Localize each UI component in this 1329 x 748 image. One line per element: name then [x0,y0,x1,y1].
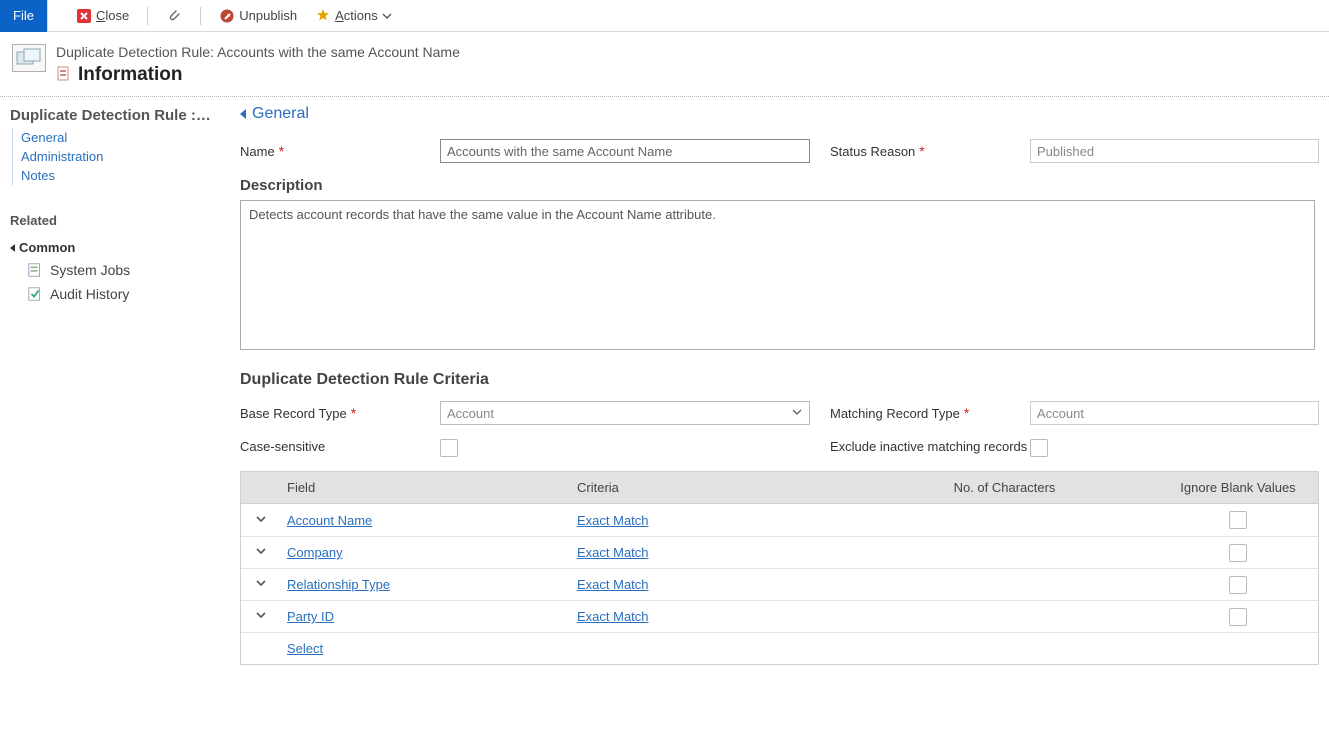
file-button[interactable]: File [0,0,48,32]
system-jobs-icon [26,261,44,279]
exclude-inactive-label: Exclude inactive matching records [830,439,1030,454]
attach-button[interactable] [162,0,186,32]
chevron-down-icon [791,406,803,421]
unpublish-icon [219,8,235,24]
close-icon [76,8,92,24]
grid-field-link[interactable]: Company [287,545,343,560]
collapse-icon [10,244,15,252]
separator [200,7,201,25]
ignore-blank-checkbox[interactable] [1229,608,1247,626]
grid-field-link[interactable]: Account Name [287,513,372,528]
table-row-select: Select [241,632,1318,664]
sidebar-item-system-jobs[interactable]: System Jobs [26,261,230,279]
grid-header-ignore: Ignore Blank Values [1158,472,1318,503]
status-reason-label: Status Reason* [830,143,1030,159]
ignore-blank-checkbox[interactable] [1229,544,1247,562]
base-type-select[interactable]: Account [440,401,810,425]
sidebar-common-toggle[interactable]: Common [10,240,230,255]
close-button[interactable]: Close [72,0,133,32]
match-type-label: Matching Record Type* [830,405,1030,421]
chevron-down-icon[interactable] [255,513,267,528]
entity-icon [12,44,46,72]
criteria-grid: Field Criteria No. of Characters Ignore … [240,471,1319,665]
chevron-down-icon [382,8,392,24]
sidebar: Duplicate Detection Rule :… General Admi… [0,97,240,313]
sidebar-related-label: Related [10,213,230,228]
sidebar-item-administration[interactable]: Administration [21,147,230,166]
table-row: Account Name Exact Match [241,504,1318,536]
grid-field-link[interactable]: Party ID [287,609,334,624]
grid-criteria-link[interactable]: Exact Match [577,545,649,560]
grid-select-link[interactable]: Select [287,641,323,656]
sidebar-item-general[interactable]: General [21,128,230,147]
collapse-icon [240,109,246,119]
main-content: General Name* Status Reason* Description… [240,97,1329,685]
paperclip-icon [166,8,182,24]
table-row: Party ID Exact Match [241,600,1318,632]
grid-header-field: Field [281,472,571,503]
actions-menu[interactable]: Actions [311,0,396,32]
case-sensitive-checkbox[interactable] [440,439,458,457]
ignore-blank-checkbox[interactable] [1229,511,1247,529]
chevron-down-icon[interactable] [255,545,267,560]
unpublish-label: Unpublish [239,8,297,23]
case-sensitive-label: Case-sensitive [240,439,440,454]
grid-criteria-link[interactable]: Exact Match [577,577,649,592]
header-subtitle: Duplicate Detection Rule: Accounts with … [56,44,460,60]
actions-icon [315,8,331,24]
grid-criteria-link[interactable]: Exact Match [577,609,649,624]
grid-header-chars: No. of Characters [851,472,1158,503]
separator [147,7,148,25]
sidebar-title: Duplicate Detection Rule :… [10,107,230,124]
name-field[interactable] [440,139,810,163]
exclude-inactive-checkbox[interactable] [1030,439,1048,457]
form-icon [56,66,72,85]
page-header: Duplicate Detection Rule: Accounts with … [0,32,1329,97]
top-toolbar: File Close Unpublish Actions [0,0,1329,32]
sidebar-item-notes[interactable]: Notes [21,166,230,185]
grid-field-link[interactable]: Relationship Type [287,577,390,592]
unpublish-button[interactable]: Unpublish [215,0,301,32]
status-reason-field[interactable] [1030,139,1319,163]
name-label: Name* [240,143,440,159]
section-general-toggle[interactable]: General [240,105,1319,123]
audit-history-icon [26,285,44,303]
table-row: Relationship Type Exact Match [241,568,1318,600]
description-label: Description [240,177,1319,194]
match-type-field[interactable] [1030,401,1319,425]
base-type-label: Base Record Type* [240,405,440,421]
table-row: Company Exact Match [241,536,1318,568]
description-field[interactable]: Detects account records that have the sa… [240,200,1315,350]
criteria-heading: Duplicate Detection Rule Criteria [240,371,1319,389]
grid-criteria-link[interactable]: Exact Match [577,513,649,528]
sidebar-item-audit-history[interactable]: Audit History [26,285,230,303]
chevron-down-icon[interactable] [255,577,267,592]
page-title: Information [78,64,183,86]
chevron-down-icon[interactable] [255,609,267,624]
grid-header-criteria: Criteria [571,472,851,503]
ignore-blank-checkbox[interactable] [1229,576,1247,594]
